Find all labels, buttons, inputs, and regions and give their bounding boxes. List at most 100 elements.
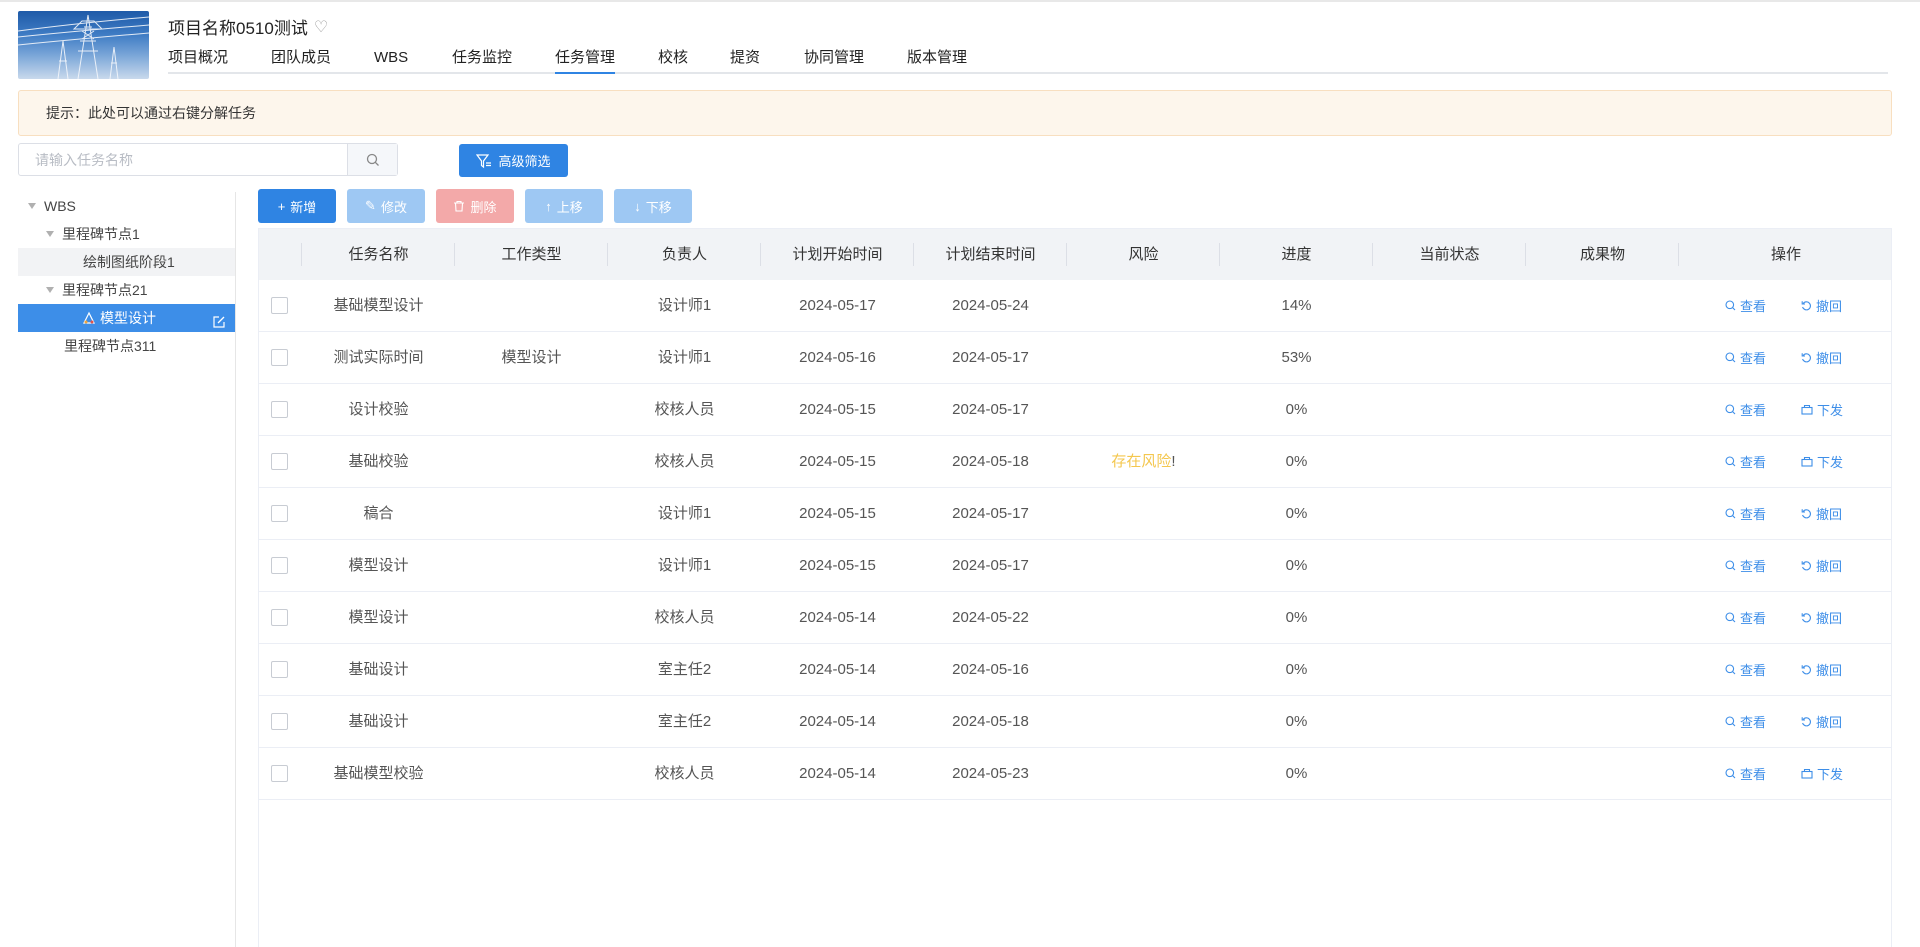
risk-cell [1067,748,1220,799]
withdraw-action[interactable]: 撤回 [1801,592,1842,643]
column-header-plan-end: 计划结束时间 [914,229,1067,280]
tab-check[interactable]: 校核 [658,48,688,74]
info-icon[interactable]: ! [1171,453,1175,470]
row-checkbox[interactable] [271,609,288,626]
caret-down-icon[interactable] [46,231,54,237]
work-type-cell [455,280,608,331]
tree-node-label: 里程碑节点311 [64,338,157,354]
withdraw-label: 撤回 [1816,611,1843,626]
move-down-button[interactable]: ↓ 下移 [614,189,692,223]
issue-action[interactable]: 下发 [1801,384,1843,435]
tab-version-management[interactable]: 版本管理 [907,48,967,74]
row-checkbox[interactable] [271,505,288,522]
withdraw-action[interactable]: 撤回 [1801,332,1842,383]
view-label: 查看 [1740,559,1767,574]
withdraw-action[interactable]: 撤回 [1801,280,1842,331]
status-cell [1373,332,1526,383]
output-cell [1526,592,1679,643]
task-name-cell: 基础设计 [348,661,409,678]
withdraw-action[interactable]: 撤回 [1801,644,1842,695]
plan-start-cell: 2024-05-14 [799,609,876,626]
tree-node-milestone-311[interactable]: 里程碑节点311 [18,332,236,360]
row-checkbox[interactable] [271,661,288,678]
caret-down-icon[interactable] [28,203,36,209]
view-label: 查看 [1740,611,1767,626]
row-checkbox[interactable] [271,765,288,782]
owner-cell: 校核人员 [654,765,715,782]
row-checkbox[interactable] [271,453,288,470]
advanced-filter-button[interactable]: 高级筛选 [459,144,568,177]
tree-node-model-design[interactable]: 模型设计 [18,304,236,332]
view-action[interactable]: 查看 [1725,384,1766,435]
owner-cell: 设计师1 [657,505,712,522]
view-label: 查看 [1740,455,1767,470]
row-checkbox[interactable] [271,349,288,366]
tab-team-members[interactable]: 团队成员 [271,48,331,74]
table-row: 基础模型校验 校核人员 2024-05-14 2024-05-23 0% 查看 下发 [259,748,1891,800]
withdraw-action[interactable]: 撤回 [1801,696,1842,747]
row-checkbox[interactable] [271,297,288,314]
edit-button[interactable]: ✎ 修改 [347,189,425,223]
undo-icon [1801,509,1811,519]
tree-node-milestone-1[interactable]: 里程碑节点1 [18,220,236,248]
work-type-cell [455,488,608,539]
nav-tabs: 项目概况 团队成员 WBS 任务监控 任务管理 校核 提资 协同管理 版本管理 [168,48,1888,74]
task-name-cell: 测试实际时间 [333,349,424,366]
view-action[interactable]: 查看 [1725,644,1766,695]
delete-button[interactable]: 删除 [436,189,514,223]
view-action[interactable]: 查看 [1725,280,1766,331]
search-icon [1725,508,1736,519]
search-button[interactable] [347,144,397,175]
table-row: 设计校验 校核人员 2024-05-15 2024-05-17 0% 查看 下发 [259,384,1891,436]
task-name-cell: 基础模型校验 [333,765,424,782]
withdraw-action[interactable]: 撤回 [1801,540,1842,591]
view-action[interactable]: 查看 [1725,696,1766,747]
row-checkbox[interactable] [271,713,288,730]
tab-submit[interactable]: 提资 [730,48,760,74]
plan-start-cell: 2024-05-16 [799,349,876,366]
plan-start-cell: 2024-05-15 [799,401,876,418]
issue-action[interactable]: 下发 [1801,748,1843,799]
filter-icon [476,153,492,168]
tree-node-drawing-stage-1[interactable]: 绘制图纸阶段1 [18,248,236,276]
tab-task-monitor[interactable]: 任务监控 [452,48,512,74]
output-cell [1526,436,1679,487]
progress-cell: 53% [1281,349,1312,366]
heart-icon[interactable]: ♡ [314,17,328,37]
row-checkbox[interactable] [271,557,288,574]
risk-cell [1067,696,1220,747]
plus-icon: + [277,198,286,214]
withdraw-action[interactable]: 撤回 [1801,488,1842,539]
search-input[interactable] [19,144,347,175]
owner-cell: 设计师1 [657,297,712,314]
add-button[interactable]: + 新增 [258,189,336,223]
view-action[interactable]: 查看 [1725,592,1766,643]
risk-cell [1067,488,1220,539]
panel-divider [235,192,236,947]
progress-cell: 0% [1285,557,1308,574]
tab-task-management[interactable]: 任务管理 [555,48,616,74]
work-type-cell [455,436,608,487]
tree-node-milestone-21[interactable]: 里程碑节点21 [18,276,236,304]
status-cell [1373,436,1526,487]
status-cell [1373,696,1526,747]
view-action[interactable]: 查看 [1725,332,1766,383]
tab-overview[interactable]: 项目概况 [168,48,228,74]
risk-cell [1067,592,1220,643]
view-action[interactable]: 查看 [1725,540,1766,591]
view-action[interactable]: 查看 [1725,436,1766,487]
move-up-button[interactable]: ↑ 上移 [525,189,603,223]
caret-down-icon[interactable] [46,287,54,293]
undo-icon [1801,301,1811,311]
send-icon [1801,768,1813,779]
tree-node-wbs[interactable]: WBS [18,192,236,220]
row-checkbox[interactable] [271,401,288,418]
view-action[interactable]: 查看 [1725,748,1766,799]
tab-collaboration[interactable]: 协同管理 [804,48,864,74]
issue-action[interactable]: 下发 [1801,436,1843,487]
output-cell [1526,332,1679,383]
view-action[interactable]: 查看 [1725,488,1766,539]
progress-cell: 0% [1285,765,1308,782]
withdraw-label: 撤回 [1816,351,1843,366]
tab-wbs[interactable]: WBS [374,48,408,74]
